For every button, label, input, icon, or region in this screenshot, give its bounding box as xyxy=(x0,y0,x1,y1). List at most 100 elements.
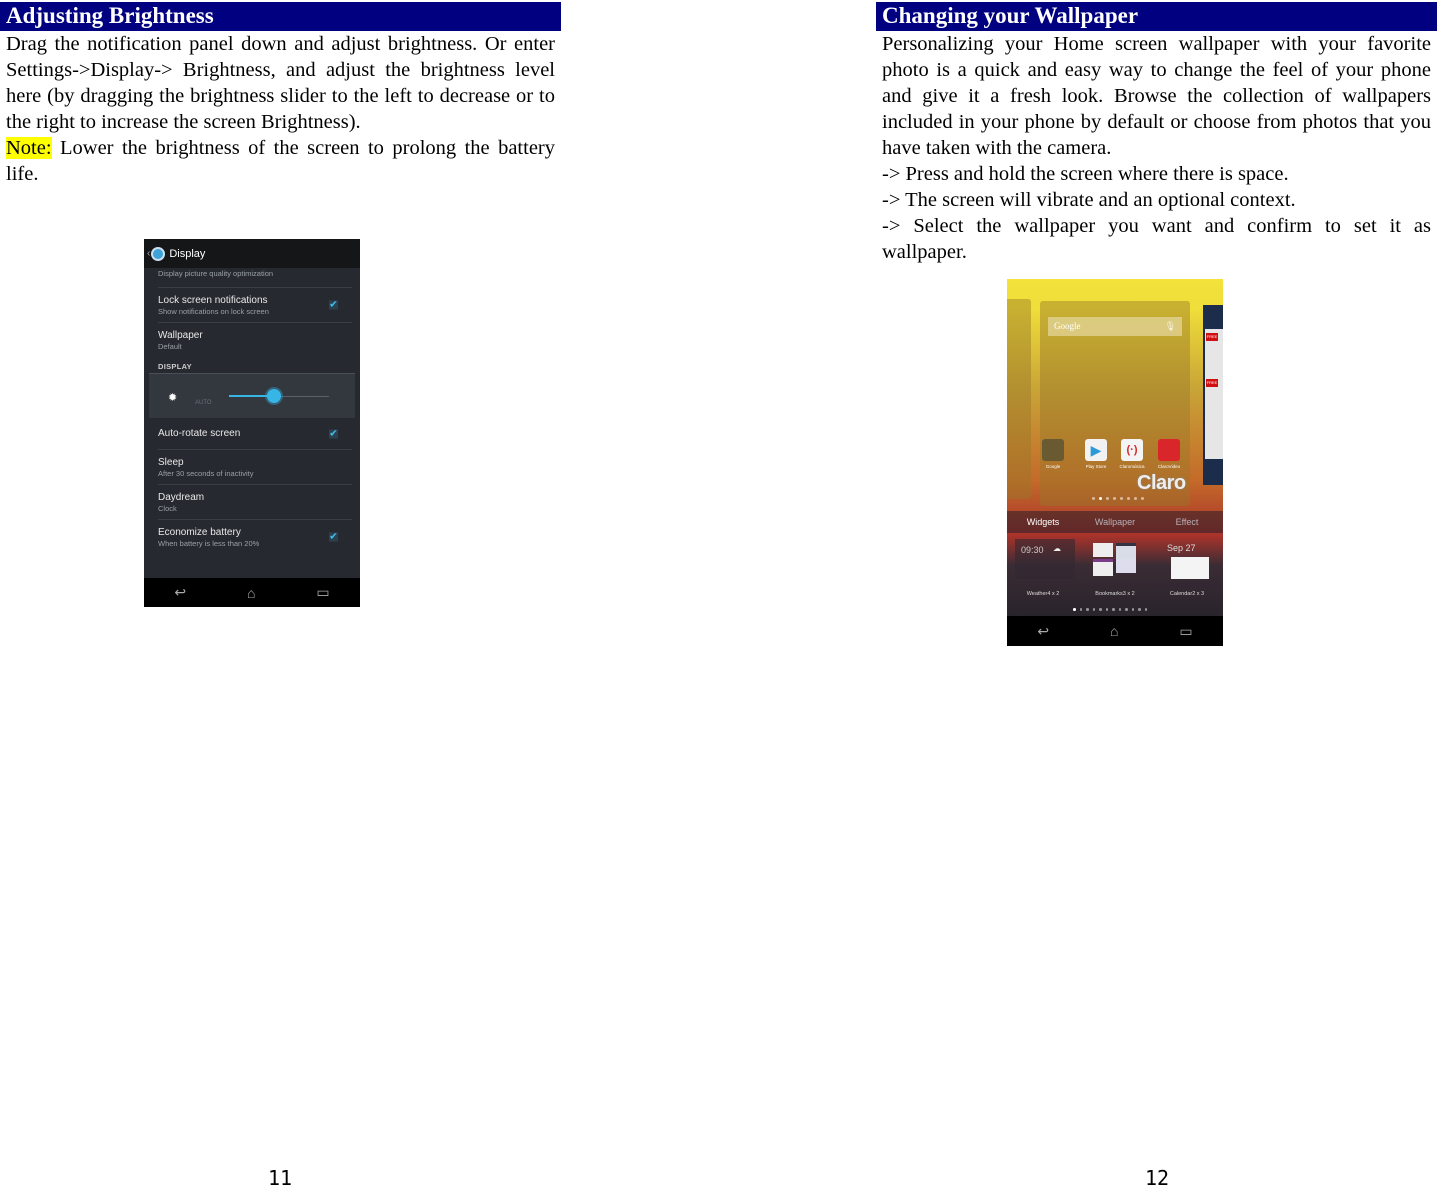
page-dot-active xyxy=(1073,608,1076,611)
widget-weather[interactable]: 09:30 ☁ xyxy=(1015,539,1075,579)
weather-cloud-icon: ☁ xyxy=(1053,544,1061,553)
widget-date-text: Sep 27 xyxy=(1167,543,1196,553)
item-subtitle: Display picture quality optimization xyxy=(158,269,274,278)
slider-thumb[interactable] xyxy=(267,389,281,403)
checkbox-checked-icon[interactable]: ✔ xyxy=(329,300,338,310)
page-dot xyxy=(1113,497,1116,500)
section-heading: Changing your Wallpaper xyxy=(876,0,1437,31)
back-icon[interactable]: ↩ xyxy=(174,584,186,601)
bookmark-thumb xyxy=(1116,543,1136,560)
page-dot xyxy=(1120,497,1123,500)
page-dot xyxy=(1099,608,1102,611)
settings-item-lock-screen-notifications[interactable]: Lock screen notifications Show notificat… xyxy=(158,288,352,323)
body-text: Drag the notification panel down and adj… xyxy=(0,31,561,187)
settings-item-wallpaper[interactable]: Wallpaper Default xyxy=(158,323,352,357)
auto-brightness-toggle[interactable]: AUTO xyxy=(195,400,212,406)
note-label: Note: xyxy=(6,137,52,159)
section-heading: Adjusting Brightness xyxy=(0,0,561,31)
tab-wallpaper[interactable]: Wallpaper xyxy=(1079,517,1151,527)
settings-item-sleep[interactable]: Sleep After 30 seconds of inactivity xyxy=(158,450,352,485)
settings-header: ‹ Display xyxy=(144,239,360,268)
recents-icon[interactable]: ▭ xyxy=(1179,623,1192,640)
section-label: DISPLAY xyxy=(158,362,192,371)
home-icon[interactable]: ⌂ xyxy=(1110,623,1118,639)
free-badge: FREE xyxy=(1206,333,1218,341)
widget-label: Bookmarks3 x 2 xyxy=(1095,591,1135,597)
step: -> The screen will vibrate and an option… xyxy=(882,189,1296,211)
widget-page-indicator xyxy=(1073,608,1147,611)
app-claromusica[interactable]: (·) Claromúsica xyxy=(1116,439,1148,469)
google-search-bar[interactable]: Google 🎙 xyxy=(1048,317,1182,336)
item-title: Auto-rotate screen xyxy=(158,428,241,439)
item-title: Wallpaper xyxy=(158,330,203,341)
microphone-icon[interactable]: 🎙 xyxy=(1165,317,1176,336)
page-12: Changing your Wallpaper Personalizing yo… xyxy=(876,0,1437,265)
free-badge: FREE xyxy=(1206,379,1218,387)
checkbox-checked-icon[interactable]: ✔ xyxy=(329,429,338,439)
widget-label: Calendar2 x 3 xyxy=(1169,591,1205,597)
home-screen-screenshot: Google 🎙 FREE FREE Google ▶ Play Store (… xyxy=(1007,279,1223,646)
checkbox-checked-icon[interactable]: ✔ xyxy=(329,532,338,542)
item-title: Sleep xyxy=(158,457,184,468)
play-store-icon: ▶ xyxy=(1085,439,1107,461)
body-text: Personalizing your Home screen wallpaper… xyxy=(876,31,1437,265)
page-dot xyxy=(1127,497,1130,500)
item-subtitle: Clock xyxy=(158,504,177,513)
app-label: Claromúsica xyxy=(1119,464,1145,469)
app-clarovideo[interactable]: ClaroVideo xyxy=(1153,439,1185,469)
settings-item-economize-battery[interactable]: Economize battery When battery is less t… xyxy=(158,520,352,554)
paragraph: Drag the notification panel down and adj… xyxy=(6,33,555,133)
calendar-event-list xyxy=(1171,557,1209,579)
page-dot-active xyxy=(1099,497,1102,500)
header-title: Display xyxy=(169,247,206,260)
page-dot xyxy=(1092,608,1095,611)
page-dot xyxy=(1138,608,1141,611)
page-dot xyxy=(1079,608,1082,611)
page-dot xyxy=(1118,608,1121,611)
widget-label: Weather4 x 2 xyxy=(1026,591,1060,597)
page-dot xyxy=(1144,608,1147,611)
clarovideo-icon xyxy=(1158,439,1180,461)
item-subtitle: Default xyxy=(158,342,182,351)
page-dot xyxy=(1125,608,1128,611)
back-icon[interactable]: ↩ xyxy=(1037,623,1049,640)
widget-bookmarks[interactable] xyxy=(1087,539,1147,579)
item-subtitle: When battery is less than 20% xyxy=(158,539,260,548)
search-label: Google xyxy=(1054,321,1081,331)
bookmark-thumb xyxy=(1093,559,1113,576)
paragraph: Personalizing your Home screen wallpaper… xyxy=(882,33,1431,159)
heading-text: Adjusting Brightness xyxy=(6,3,214,28)
app-dock: Google ▶ Play Store (·) Claromúsica Clar… xyxy=(1007,439,1223,484)
page-dot xyxy=(1112,608,1115,611)
app-label: Play Store xyxy=(1085,464,1107,469)
claro-logo: Claro xyxy=(1137,472,1186,494)
bookmark-thumb xyxy=(1116,559,1136,573)
recents-icon[interactable]: ▭ xyxy=(316,584,329,601)
settings-item[interactable]: Display picture quality optimization xyxy=(158,268,352,288)
app-label: ClaroVideo xyxy=(1157,464,1181,469)
item-subtitle: Show notifications on lock screen xyxy=(158,307,269,316)
page-dot xyxy=(1131,608,1134,611)
tab-widgets[interactable]: Widgets xyxy=(1007,517,1079,527)
tab-effect[interactable]: Effect xyxy=(1151,517,1223,527)
settings-list: Display picture quality optimization Loc… xyxy=(144,268,360,554)
note-text: Lower the brightness of the screen to pr… xyxy=(6,137,555,185)
bookmark-thumb xyxy=(1093,543,1113,557)
settings-item-auto-rotate[interactable]: Auto-rotate screen ✔ xyxy=(158,418,352,450)
settings-item-daydream[interactable]: Daydream Clock xyxy=(158,485,352,520)
item-title: Daydream xyxy=(158,492,205,503)
widget-clock-text: 09:30 xyxy=(1021,545,1044,555)
app-play-store[interactable]: ▶ Play Store xyxy=(1080,439,1112,469)
page-dot xyxy=(1105,608,1108,611)
page-11: Adjusting Brightness Drag the notificati… xyxy=(0,0,561,187)
app-google-folder[interactable]: Google xyxy=(1037,439,1069,469)
brightness-slider-panel: ✹ AUTO xyxy=(149,373,355,418)
page-number: 12 xyxy=(1145,1166,1170,1190)
step: -> Select the wallpaper you want and con… xyxy=(882,215,1431,263)
item-subtitle: After 30 seconds of inactivity xyxy=(158,469,254,478)
widget-calendar[interactable]: Sep 27 xyxy=(1159,539,1219,579)
back-chevron-icon[interactable]: ‹ xyxy=(147,248,150,259)
claromusica-icon: (·) xyxy=(1121,439,1143,461)
home-icon[interactable]: ⌂ xyxy=(247,585,255,601)
page-number: 11 xyxy=(268,1166,293,1190)
